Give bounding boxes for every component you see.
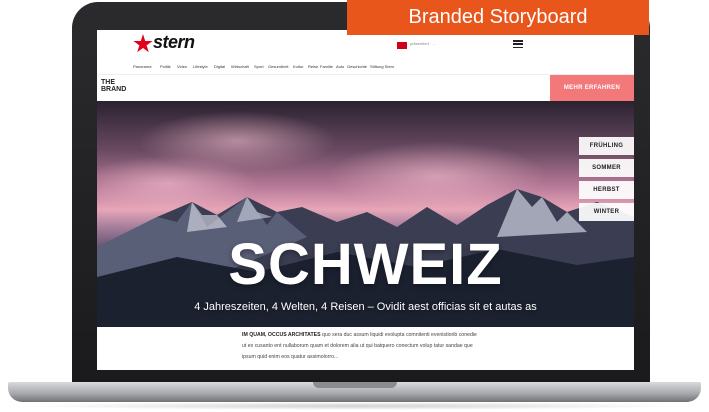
nav-item[interactable]: Panorama (133, 64, 151, 69)
nav-item[interactable]: Digital (214, 64, 225, 69)
nav-item[interactable]: Wirtschaft (231, 64, 249, 69)
brand-label: THE BRAND (101, 79, 127, 93)
season-tab-autumn[interactable]: HERBST (579, 181, 634, 199)
laptop-notch (313, 382, 397, 388)
hero-title: SCHWEIZ (228, 232, 503, 297)
hero-image: FRÜHLING SOMMER HERBST WINTER SCHWEIZ 4 … (97, 101, 634, 327)
article-paragraph: IM QUAM, OCCUS ARCHITATES quo sera duc a… (242, 330, 482, 363)
nav-item[interactable]: Reise (308, 64, 318, 69)
nav-item[interactable]: Auto (336, 64, 344, 69)
site-logo[interactable]: stern (153, 32, 195, 53)
laptop-shadow (20, 402, 689, 410)
storyboard-banner: Branded Storyboard (347, 0, 649, 35)
nav-item[interactable]: Lifestyle (193, 64, 208, 69)
article-lead: IM QUAM, OCCUS ARCHITATES (242, 332, 321, 338)
main-navigation: Panorama Politik Video Lifestyle Digital… (97, 60, 634, 75)
season-tab-spring[interactable]: FRÜHLING (579, 137, 634, 155)
brand-bar: THE BRAND MEHR ERFAHREN (97, 75, 634, 101)
season-tab-summer[interactable]: SOMMER (579, 159, 634, 177)
season-menu: FRÜHLING SOMMER HERBST WINTER (579, 137, 634, 225)
hero-subtitle: 4 Jahreszeiten, 4 Welten, 4 Reisen – Ovi… (194, 301, 537, 313)
season-tab-winter[interactable]: WINTER (579, 203, 634, 221)
nav-item[interactable]: Video (177, 64, 187, 69)
article-body: IM QUAM, OCCUS ARCHITATES quo sera duc a… (242, 330, 482, 363)
nav-item[interactable]: Politik (160, 64, 171, 69)
nav-item[interactable]: Stiftung Stern (370, 64, 394, 69)
nav-item[interactable]: Geschichte (347, 64, 367, 69)
stern-logo-icon[interactable] (133, 34, 153, 53)
learn-more-button[interactable]: MEHR ERFAHREN (550, 75, 634, 101)
nav-item[interactable]: Sport (254, 64, 264, 69)
sponsor-logo-icon (397, 42, 407, 49)
nav-item[interactable]: Gesundheit (268, 64, 288, 69)
nav-item[interactable]: Kultur (293, 64, 303, 69)
hamburger-menu-icon[interactable] (513, 40, 523, 49)
sponsor-text: präsentiert · ... (410, 41, 436, 46)
laptop-screen: stern präsentiert · ... Panorama Politik… (97, 30, 634, 370)
nav-item[interactable]: Familie (320, 64, 333, 69)
